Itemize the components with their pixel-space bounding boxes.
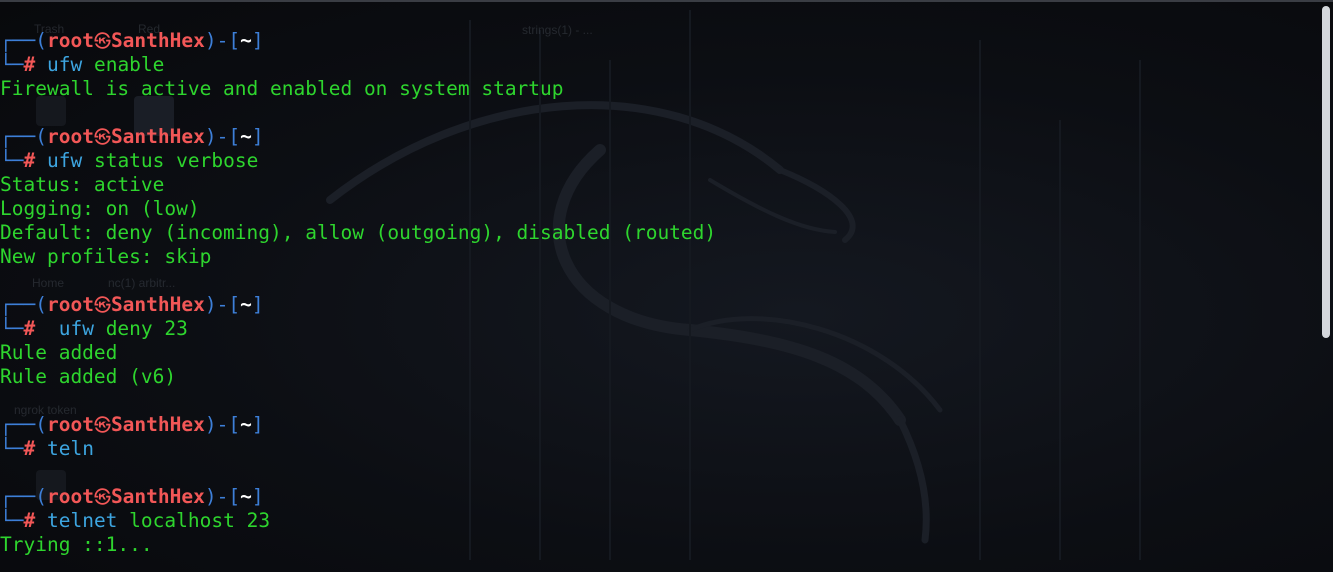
prompt-user: root [46,485,94,508]
prompt-user: root [46,29,94,52]
command-line: └─# teln [0,437,94,460]
window-top-border [0,0,1333,2]
prompt-line: ┌──(root㉿SanthHex)-[~] [0,485,264,508]
command-name: telnet [46,509,118,532]
terminal-scrollbar[interactable] [1322,6,1330,338]
command-args: deny 23 [93,317,188,340]
prompt-host: SanthHex [110,293,205,316]
prompt-user: root [46,413,94,436]
command-args: status verbose [82,149,259,172]
prompt-line: ┌──(root㉿SanthHex)-[~] [0,413,264,436]
output-line: Trying ::1... [0,533,153,556]
terminal-window[interactable]: Trash Red strings(1) - ... Home nc(1) ar… [0,0,1333,572]
prompt-host: SanthHex [110,413,205,436]
prompt-hash: # [23,317,36,340]
command-name: ufw [46,53,83,76]
command-name: ufw [46,149,83,172]
output-line: Rule added [0,341,118,364]
prompt-cwd: ~ [240,413,252,436]
command-args: enable [82,53,165,76]
prompt-host: SanthHex [110,29,205,52]
kali-skull-at-icon: ㉿ [93,488,111,508]
prompt-hash: # [23,509,36,532]
prompt-host: SanthHex [110,485,205,508]
prompt-cwd: ~ [240,485,252,508]
output-line: Status: active [0,173,165,196]
prompt-line: ┌──(root㉿SanthHex)-[~] [0,293,264,316]
command-name: ufw [46,317,94,340]
output-line: Default: deny (incoming), allow (outgoin… [0,221,717,244]
terminal-output[interactable]: ┌──(root㉿SanthHex)-[~] └─# ufw enable Fi… [0,29,1319,437]
prompt-line: ┌──(root㉿SanthHex)-[~] [0,29,264,52]
command-line: └─# ufw enable [0,53,165,76]
output-line: Logging: on (low) [0,197,200,220]
kali-skull-at-icon: ㉿ [93,296,111,316]
prompt-line: ┌──(root㉿SanthHex)-[~] [0,125,264,148]
prompt-hash: # [23,437,36,460]
prompt-hash: # [23,53,36,76]
prompt-cwd: ~ [240,125,252,148]
output-line: Firewall is active and enabled on system… [0,77,564,100]
prompt-hash: # [23,149,36,172]
prompt-user: root [46,293,94,316]
kali-skull-at-icon: ㉿ [93,416,111,436]
command-line: └─# ufw deny 23 [0,317,188,340]
kali-skull-at-icon: ㉿ [93,128,111,148]
kali-skull-at-icon: ㉿ [93,32,111,52]
output-line: New profiles: skip [0,245,212,268]
prompt-user: root [46,125,94,148]
command-args: localhost 23 [117,509,271,532]
terminal-output-lower[interactable]: ┌──(root㉿SanthHex)-[~] └─# teln ┌──(root… [0,413,1319,557]
prompt-cwd: ~ [240,293,252,316]
command-name: teln [46,437,94,460]
command-line: └─# telnet localhost 23 [0,509,271,532]
command-line: └─# ufw status verbose [0,149,259,172]
prompt-host: SanthHex [110,125,205,148]
output-line: Rule added (v6) [0,365,177,388]
prompt-cwd: ~ [240,29,252,52]
